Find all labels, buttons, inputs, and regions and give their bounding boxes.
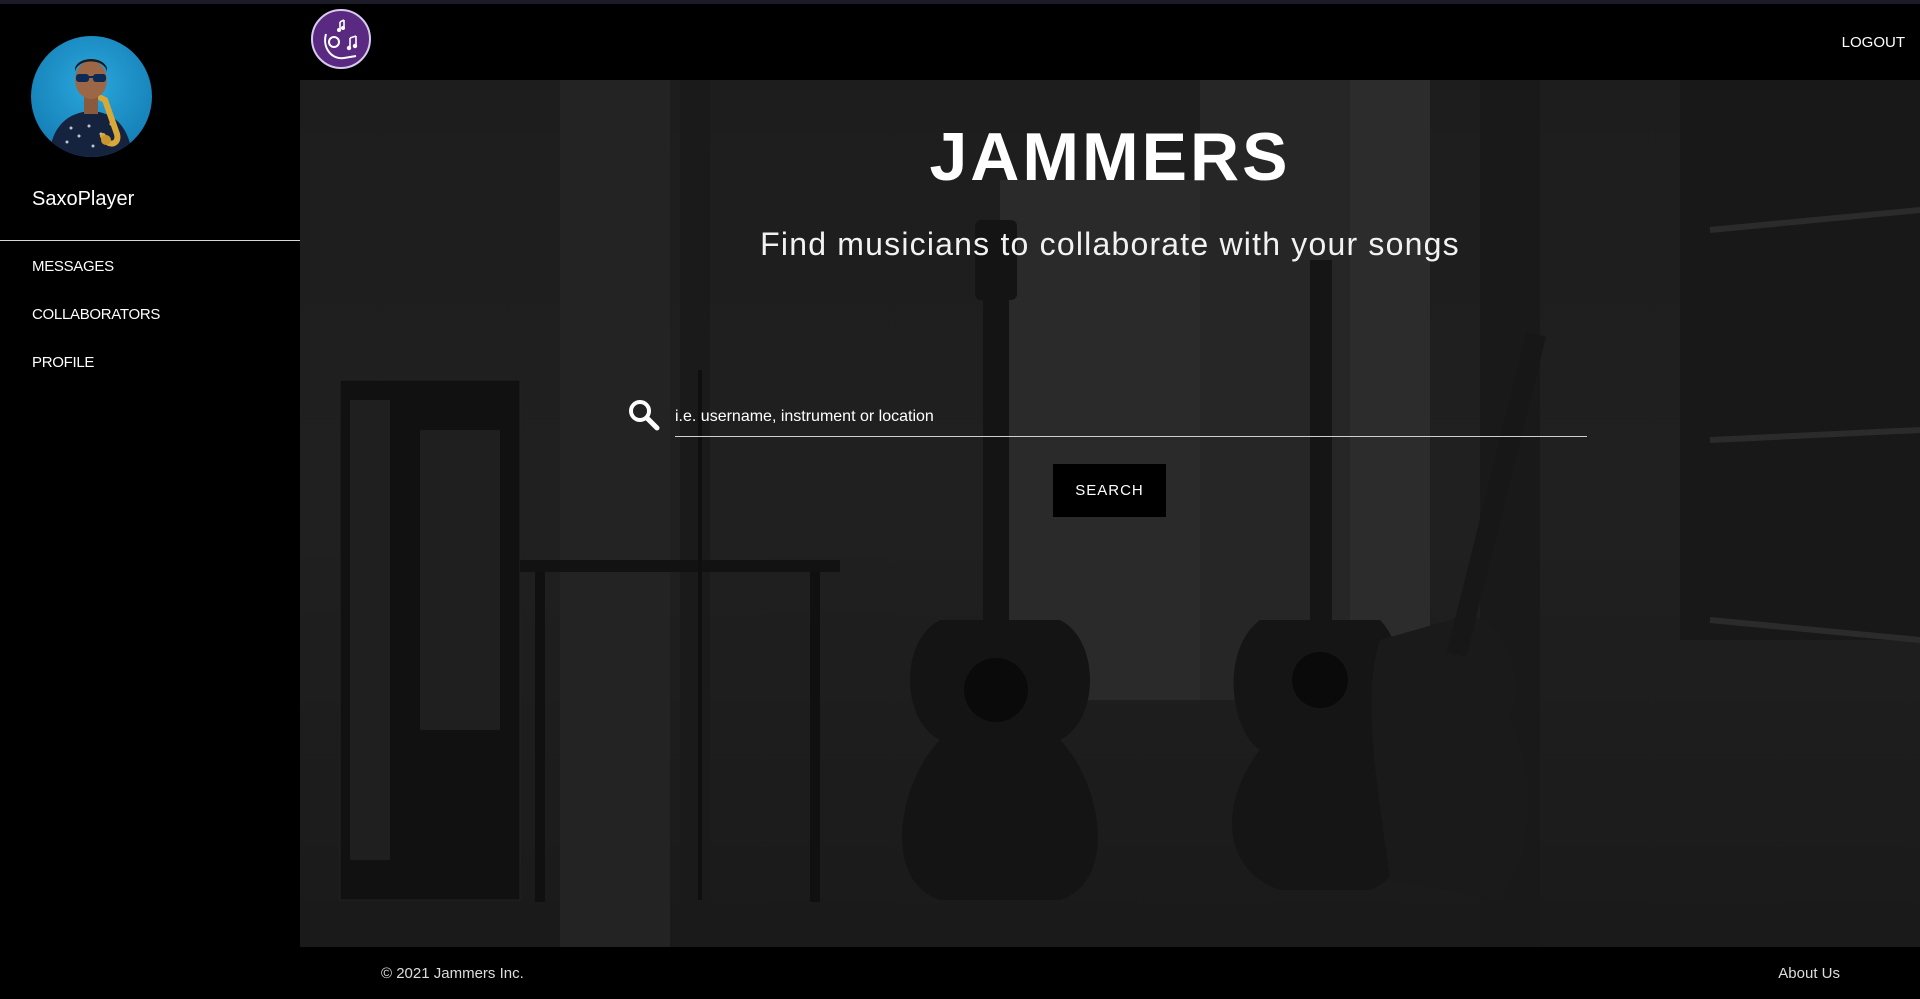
page-subtitle: Find musicians to collaborate with your …: [760, 226, 1460, 262]
logout-link[interactable]: LOGOUT: [1842, 34, 1905, 51]
about-us-link[interactable]: About Us: [1778, 965, 1840, 982]
top-bar: LOGOUT: [300, 4, 1920, 80]
sidebar: SaxoPlayer MESSAGES COLLABORATORS PROFIL…: [0, 4, 300, 999]
music-notes-logo-icon[interactable]: [310, 8, 372, 70]
sidebar-divider: [0, 240, 300, 241]
hero-section: JAMMERS Find musicians to collaborate wi…: [300, 80, 1920, 947]
search-button[interactable]: SEARCH: [1053, 464, 1166, 517]
footer-copyright: © 2021 Jammers Inc.: [381, 965, 524, 982]
sidebar-item-collaborators[interactable]: COLLABORATORS: [32, 306, 160, 323]
page-title: JAMMERS: [929, 119, 1291, 195]
avatar[interactable]: [31, 36, 152, 157]
username: SaxoPlayer: [32, 188, 135, 210]
search-icon: [629, 400, 660, 431]
footer: © 2021 Jammers Inc. About Us: [300, 947, 1920, 999]
sidebar-item-messages[interactable]: MESSAGES: [32, 258, 114, 275]
sidebar-item-profile[interactable]: PROFILE: [32, 354, 94, 371]
search-input[interactable]: [675, 398, 1587, 437]
